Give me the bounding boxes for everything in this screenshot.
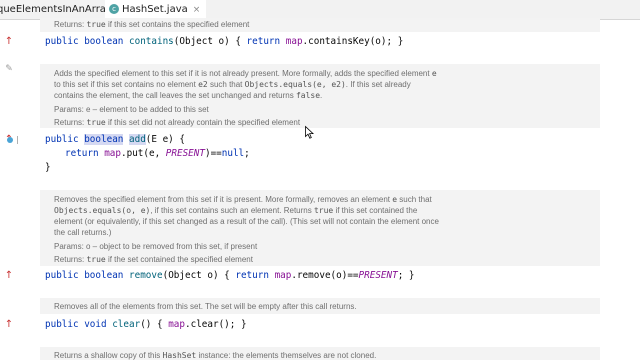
code-line-contains[interactable]: public boolean contains(Object o) { retu…: [45, 35, 403, 49]
mouse-cursor-icon: [305, 125, 315, 139]
doc-returns: Returns: true if this set did not alread…: [54, 118, 301, 127]
breakpoint-icon[interactable]: [7, 137, 13, 143]
doc-comment-remove: Removes the specified element from this …: [40, 190, 600, 266]
class-icon: c: [109, 4, 119, 14]
caret-line-icon: [17, 136, 21, 144]
code-line-add-signature[interactable]: public boolean add(E e) {: [45, 133, 185, 147]
doc-text: Adds the specified element to this set i…: [54, 69, 437, 78]
edit-doc-icon[interactable]: ✎: [0, 62, 18, 76]
doc-text: Returns a shallow copy of this HashSet i…: [54, 351, 377, 360]
doc-text: element (or equivalently, if this set ch…: [54, 217, 439, 226]
doc-returns: Returns: true if the set contained the s…: [54, 255, 253, 264]
doc-text: the call returns.): [54, 228, 112, 237]
code-line-add-body[interactable]: return map.put(e, PRESENT)==null;: [65, 147, 250, 161]
code-line-clear[interactable]: public void clear() { map.clear(); }: [45, 318, 247, 332]
doc-text: Objects.equals(o, e), if this set contai…: [54, 206, 418, 215]
close-icon[interactable]: ×: [193, 5, 201, 15]
code-line-remove[interactable]: public boolean remove(Object o) { return…: [45, 269, 415, 283]
tab-label: HashSet.java: [122, 4, 188, 15]
doc-text: Removes all of the elements from this se…: [54, 302, 357, 311]
doc-params: Params: e – element to be added to this …: [54, 105, 209, 114]
doc-returns: Returns: true if this set contains the s…: [54, 20, 250, 29]
doc-comment-add: Adds the specified element to this set i…: [40, 64, 600, 128]
doc-text: contains the element, the call leaves th…: [54, 91, 323, 100]
doc-comment-clear: Removes all of the elements from this se…: [40, 298, 600, 314]
override-marker-icon[interactable]: ↑: [0, 318, 18, 332]
doc-text: Removes the specified element from this …: [54, 195, 432, 204]
editor-tab-bar: queElementsInAnArray.java× cHashSet.java…: [0, 0, 640, 20]
tab-hashset[interactable]: c HashSet.java ×: [105, 0, 207, 20]
doc-text: to this set if this set contains no elem…: [54, 80, 411, 89]
doc-comment-clone: Returns a shallow copy of this HashSet i…: [40, 347, 600, 360]
code-line-add-close[interactable]: }: [45, 161, 51, 175]
override-marker-icon[interactable]: ↑: [0, 35, 18, 49]
doc-comment-contains: Returns: true if this set contains the s…: [40, 18, 600, 32]
override-marker-icon[interactable]: ↑: [0, 269, 18, 283]
doc-params: Params: o – object to be removed from th…: [54, 242, 258, 251]
